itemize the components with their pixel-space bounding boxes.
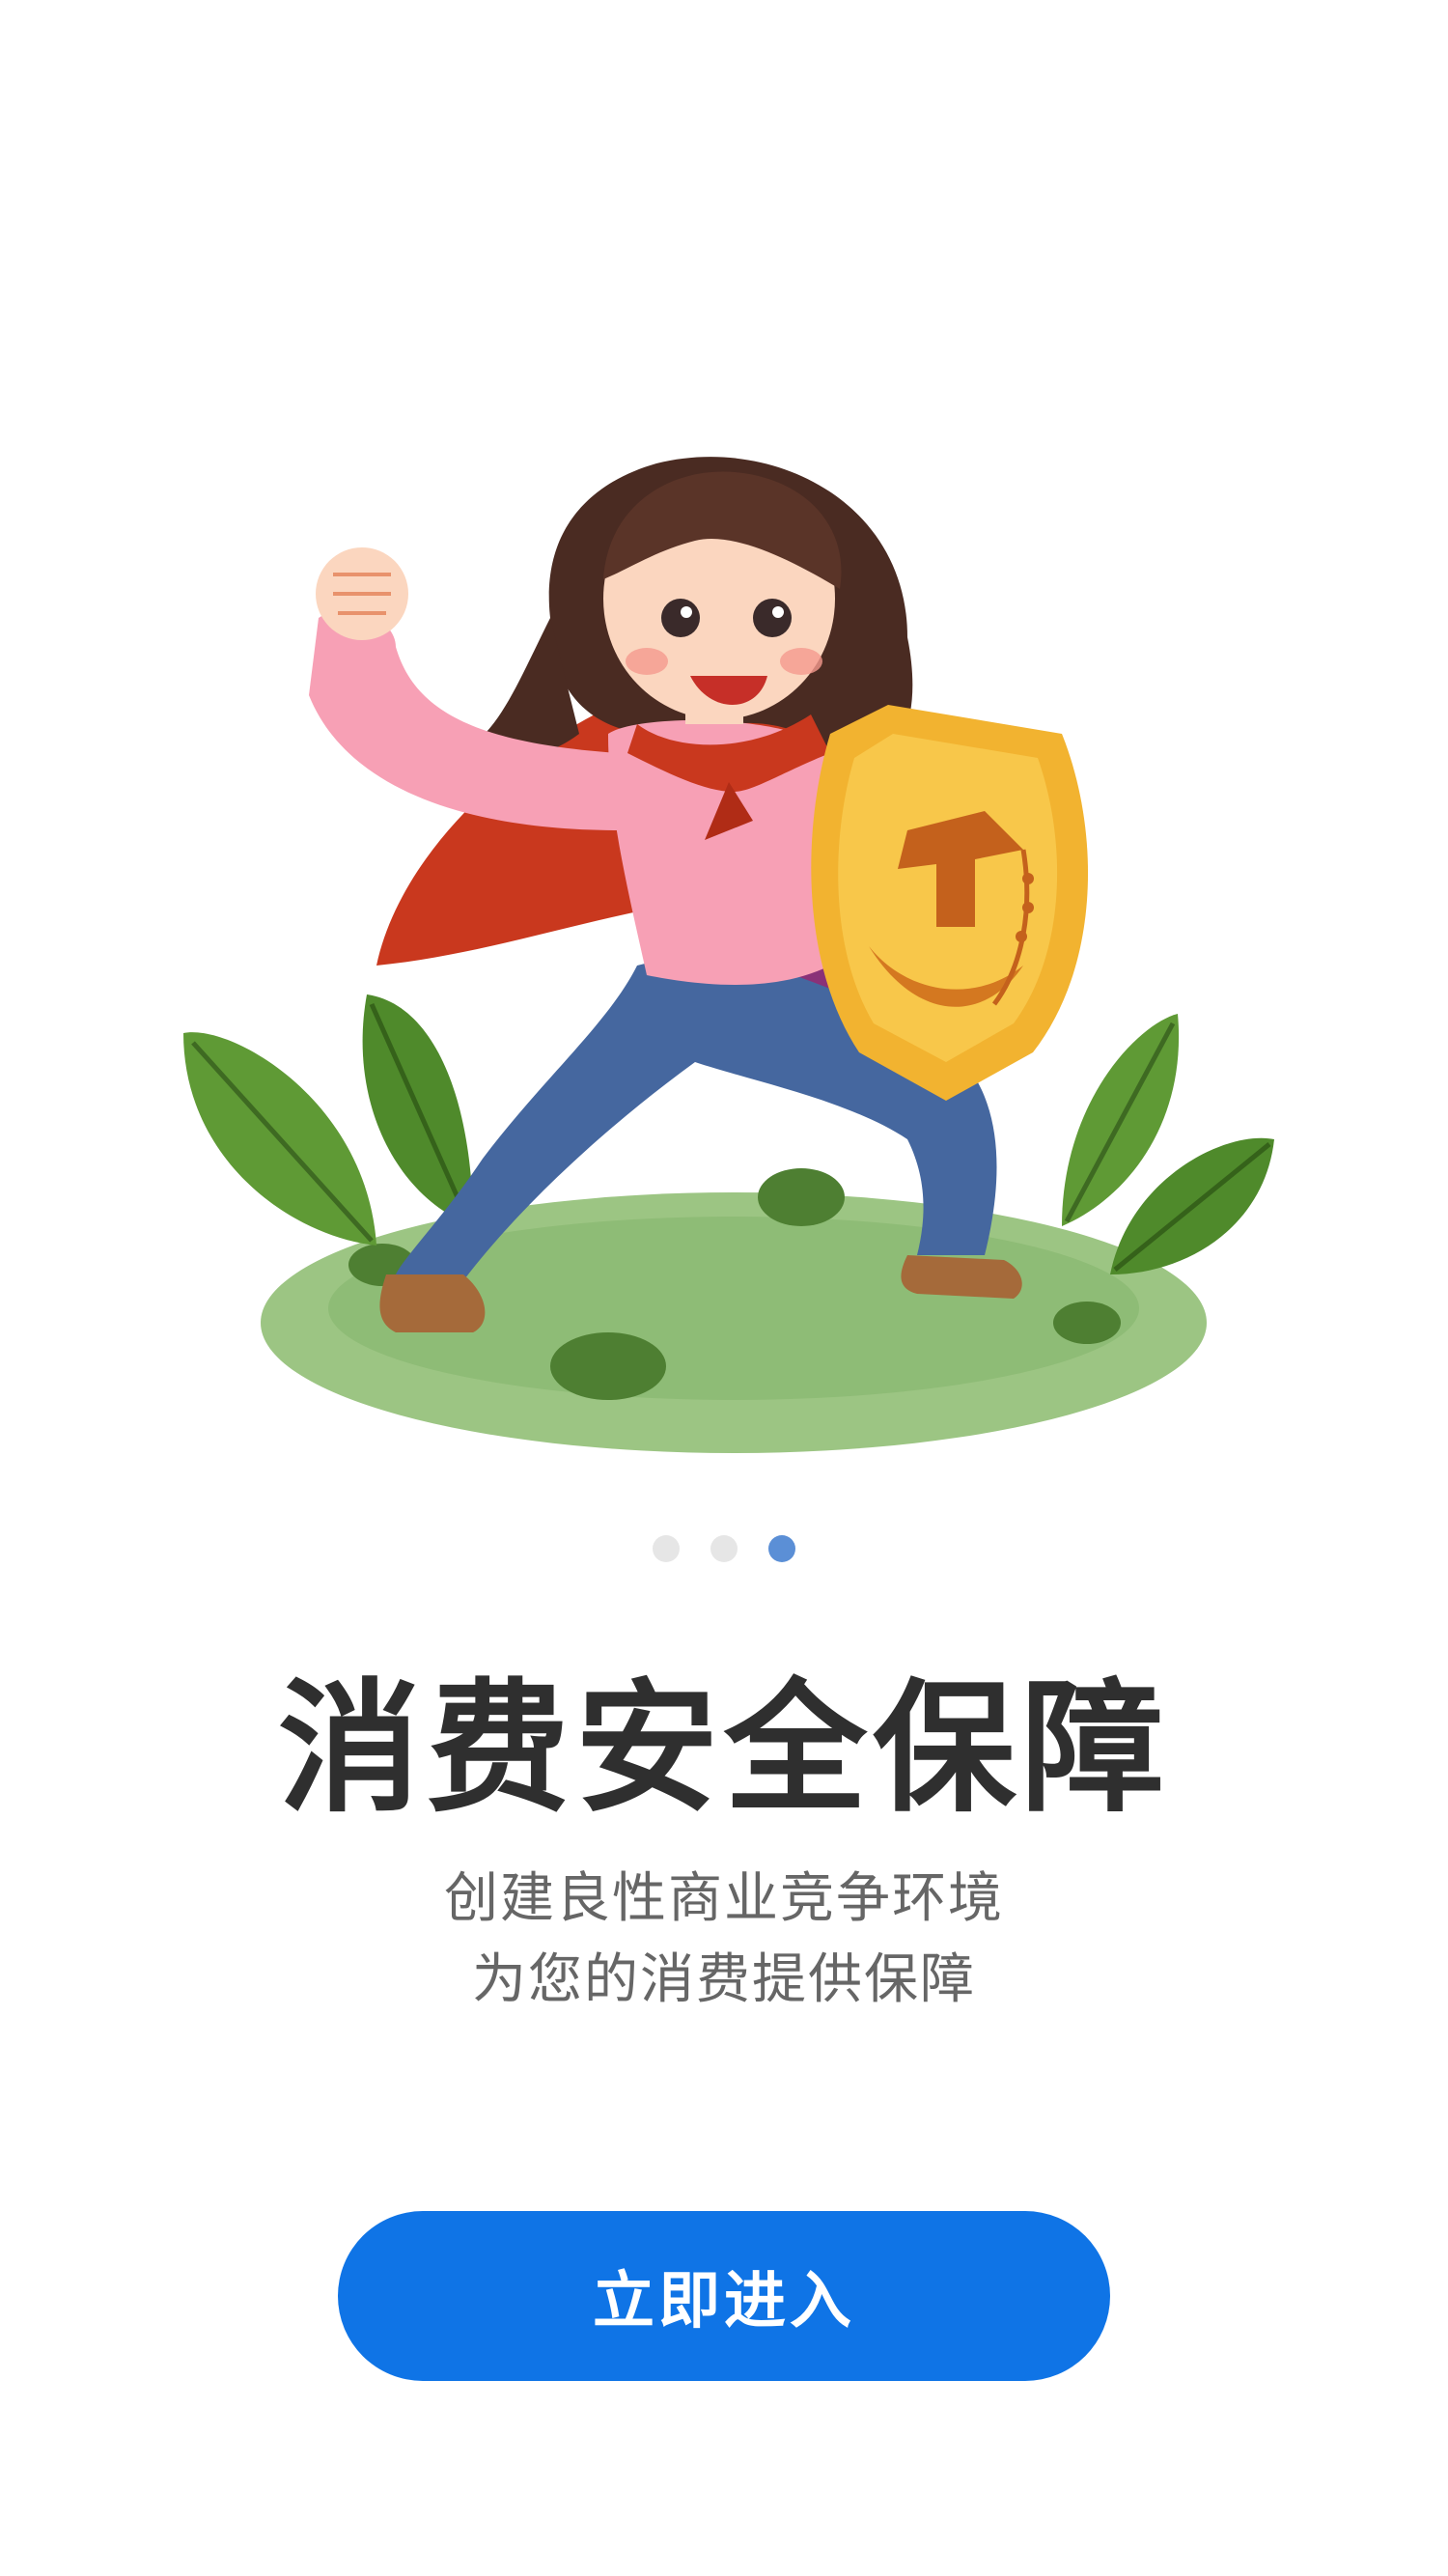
- page-dot-1[interactable]: [653, 1535, 680, 1562]
- page-dot-3-active[interactable]: [768, 1535, 795, 1562]
- page-indicator: [0, 1535, 1448, 1562]
- subtitle: 创建良性商业竞争环境 为您的消费提供保障: [0, 1859, 1448, 2021]
- subtitle-line-1: 创建良性商业竞争环境: [444, 1867, 1004, 1930]
- enter-now-button[interactable]: 立即进入: [338, 2211, 1110, 2381]
- page-title: 消费安全保障: [278, 1666, 1170, 1832]
- page-dot-2[interactable]: [710, 1535, 738, 1562]
- subtitle-line-2: 为您的消费提供保障: [472, 1948, 976, 2011]
- hero-illustration: [154, 425, 1294, 1468]
